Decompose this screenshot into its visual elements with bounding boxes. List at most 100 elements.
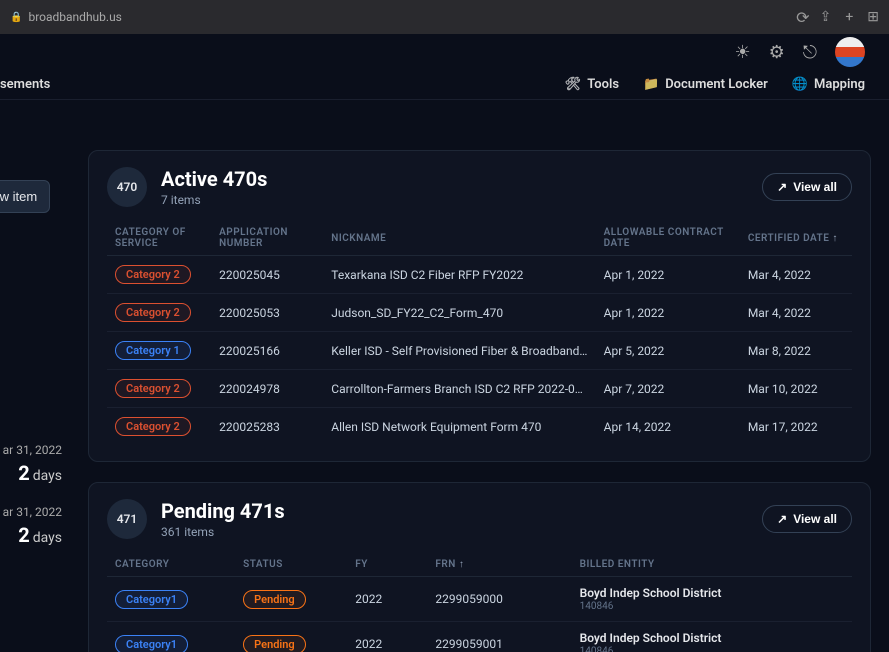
- card-470-subtitle: 7 items: [161, 193, 748, 207]
- nav-docs-label: Document Locker: [665, 77, 768, 92]
- badge-470: 470: [107, 167, 147, 207]
- sort-asc-icon: ↑: [459, 559, 465, 570]
- app-number: 220025166: [211, 332, 323, 370]
- arrow-up-right-icon: ↗: [777, 180, 787, 194]
- table-row[interactable]: Category1 Pending 20222299059001Boyd Indep…: [107, 622, 852, 652]
- table-471: CATEGORY STATUS FY FRN↑ BILLED ENTITY Ca…: [107, 553, 852, 652]
- app-number: 220025283: [211, 408, 323, 446]
- badge-471: 471: [107, 499, 147, 539]
- app-number: 220024978: [211, 370, 323, 408]
- new-item-button[interactable]: New item: [0, 180, 50, 213]
- content: 470 Active 470s 7 items ↗ View all CATEG…: [70, 100, 889, 652]
- app-number: 220025045: [211, 256, 323, 294]
- table-row[interactable]: Category 2 220025045Texarkana ISD C2 Fibe…: [107, 256, 852, 294]
- sidebar-date-1: ar 31, 2022: [0, 443, 62, 457]
- status-badge: Pending: [243, 635, 306, 652]
- app-toolbar: ☀ ⚙ ⎋: [0, 34, 889, 70]
- share-icon[interactable]: ⇪: [820, 9, 832, 25]
- table-row[interactable]: Category 2 220025053Judson_SD_FY22_C2_For…: [107, 294, 852, 332]
- nickname: Texarkana ISD C2 Fiber RFP FY2022: [323, 256, 595, 294]
- certified-date: Mar 10, 2022: [740, 370, 852, 408]
- table-row[interactable]: Category 2 220024978Carrollton-Farmers Br…: [107, 370, 852, 408]
- frn: 2299059001: [427, 622, 571, 652]
- globe-icon: 🌐: [792, 77, 808, 92]
- certified-date: Mar 17, 2022: [740, 408, 852, 446]
- col-certified-date[interactable]: CERTIFIED DATE↑: [740, 221, 852, 256]
- billed-entity: Boyd Indep School District140846: [572, 622, 852, 652]
- allowable-date: Apr 5, 2022: [596, 332, 740, 370]
- nickname: Keller ISD - Self Provisioned Fiber & Br…: [323, 332, 595, 370]
- card-471-title: Pending 471s: [161, 499, 748, 523]
- billed-entity: Boyd Indep School District140846: [572, 577, 852, 622]
- nav-tools[interactable]: 🛠 Tools: [565, 77, 619, 92]
- allowable-date: Apr 7, 2022: [596, 370, 740, 408]
- theme-toggle-icon[interactable]: ☀: [734, 42, 750, 63]
- col-category[interactable]: CATEGORY: [107, 553, 235, 577]
- nav-document-locker[interactable]: 📁 Document Locker: [643, 77, 768, 92]
- lock-icon: 🔒: [10, 12, 22, 23]
- allowable-date: Apr 14, 2022: [596, 408, 740, 446]
- sidebar: New item ar 31, 2022 2 days ar 31, 2022 …: [0, 100, 70, 652]
- refresh-icon[interactable]: ⟳: [796, 8, 809, 27]
- fy: 2022: [347, 622, 427, 652]
- certified-date: Mar 8, 2022: [740, 332, 852, 370]
- allowable-date: Apr 1, 2022: [596, 256, 740, 294]
- nickname: Carrollton-Farmers Branch ISD C2 RFP 202…: [323, 370, 595, 408]
- view-all-470-button[interactable]: ↗ View all: [762, 173, 852, 201]
- table-row[interactable]: Category 2 220025283Allen ISD Network Equ…: [107, 408, 852, 446]
- allowable-date: Apr 1, 2022: [596, 294, 740, 332]
- avatar[interactable]: [835, 37, 865, 67]
- frn: 2299059000: [427, 577, 571, 622]
- table-470: CATEGORY OF SERVICE APPLICATION NUMBER N…: [107, 221, 852, 445]
- col-status[interactable]: STATUS: [235, 553, 347, 577]
- category-badge: Category 2: [115, 303, 191, 322]
- col-fy[interactable]: FY: [347, 553, 427, 577]
- card-471-subtitle: 361 items: [161, 525, 748, 539]
- folder-icon: 📁: [643, 77, 659, 92]
- card-470-title: Active 470s: [161, 167, 748, 191]
- col-category-of-service[interactable]: CATEGORY OF SERVICE: [107, 221, 211, 256]
- nav-mapping[interactable]: 🌐 Mapping: [792, 77, 865, 92]
- nickname: Judson_SD_FY22_C2_Form_470: [323, 294, 595, 332]
- certified-date: Mar 4, 2022: [740, 256, 852, 294]
- category-badge: Category 2: [115, 379, 191, 398]
- url-bar[interactable]: 🔒 broadbandhub.us: [10, 10, 786, 24]
- fy: 2022: [347, 577, 427, 622]
- settings-icon[interactable]: ⚙: [769, 42, 785, 63]
- sidebar-days-2: 2: [18, 523, 29, 547]
- tabs-overview-icon[interactable]: ⊞: [867, 9, 879, 25]
- new-tab-icon[interactable]: +: [845, 9, 853, 25]
- nav-left-trunc[interactable]: sements: [0, 77, 50, 92]
- category-badge: Category 1: [115, 341, 191, 360]
- category-badge: Category 2: [115, 265, 191, 284]
- nav-bar: sements 🛠 Tools 📁 Document Locker 🌐 Mapp…: [0, 70, 889, 100]
- certified-date: Mar 4, 2022: [740, 294, 852, 332]
- arrow-up-right-icon: ↗: [777, 512, 787, 526]
- col-billed-entity[interactable]: BILLED ENTITY: [572, 553, 852, 577]
- view-all-471-button[interactable]: ↗ View all: [762, 505, 852, 533]
- sort-asc-icon: ↑: [832, 233, 838, 244]
- table-row[interactable]: Category1 Pending 20222299059000Boyd Indep…: [107, 577, 852, 622]
- nav-mapping-label: Mapping: [814, 77, 865, 92]
- nav-tools-label: Tools: [587, 77, 619, 92]
- browser-bar: 🔒 broadbandhub.us ⟳ ⇪ + ⊞: [0, 0, 889, 34]
- category-badge: Category 2: [115, 417, 191, 436]
- col-application-number[interactable]: APPLICATION NUMBER: [211, 221, 323, 256]
- pending-471s-card: 471 Pending 471s 361 items ↗ View all CA…: [88, 482, 871, 652]
- table-row[interactable]: Category 1 220025166Keller ISD - Self Pro…: [107, 332, 852, 370]
- sidebar-date-2: ar 31, 2022: [0, 505, 62, 519]
- app-number: 220025053: [211, 294, 323, 332]
- sidebar-days-1: 2: [18, 461, 29, 485]
- active-470s-card: 470 Active 470s 7 items ↗ View all CATEG…: [88, 150, 871, 462]
- logout-icon[interactable]: ⎋: [803, 42, 817, 63]
- category-badge: Category1: [115, 635, 188, 652]
- col-nickname[interactable]: NICKNAME: [323, 221, 595, 256]
- url-text: broadbandhub.us: [28, 10, 121, 24]
- wrench-icon: 🛠: [565, 77, 582, 92]
- nickname: Allen ISD Network Equipment Form 470: [323, 408, 595, 446]
- col-frn[interactable]: FRN↑: [427, 553, 571, 577]
- browser-actions: ⇪ + ⊞: [820, 9, 879, 25]
- col-allowable-contract-date[interactable]: ALLOWABLE CONTRACT DATE: [596, 221, 740, 256]
- category-badge: Category1: [115, 590, 188, 609]
- status-badge: Pending: [243, 590, 306, 609]
